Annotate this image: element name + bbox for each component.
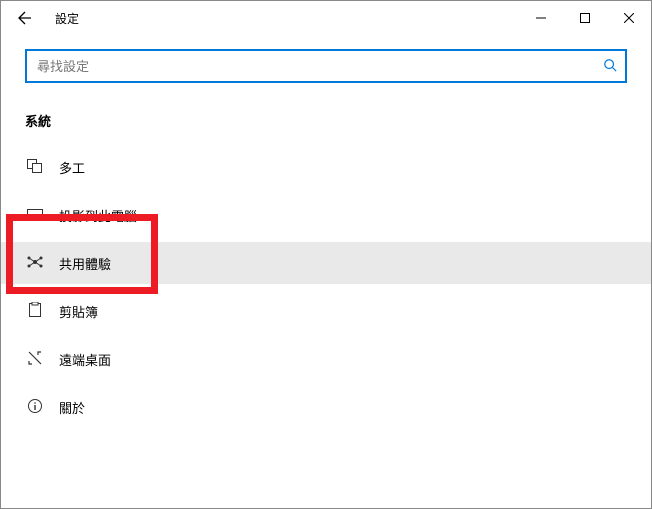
nav-item-clipboard[interactable]: 剪貼簿 (1, 290, 651, 332)
back-button[interactable] (7, 1, 43, 35)
nav-label: 投影到此電腦 (59, 206, 137, 225)
close-button[interactable] (607, 1, 651, 35)
nav-label: 共用體驗 (59, 254, 111, 273)
minimize-icon (536, 13, 546, 23)
project-icon (25, 207, 45, 224)
remote-desktop-icon (25, 350, 45, 369)
close-icon (624, 13, 634, 23)
section-title: 系統 (25, 111, 651, 130)
maximize-icon (580, 13, 590, 23)
shared-experiences-icon (25, 254, 45, 273)
nav-item-multitasking[interactable]: 多工 (1, 146, 651, 188)
titlebar: 設定 (1, 1, 651, 35)
about-icon (25, 398, 45, 417)
nav-item-about[interactable]: 關於 (1, 386, 651, 428)
nav-item-project[interactable]: 投影到此電腦 (1, 194, 651, 236)
search-icon (603, 58, 617, 75)
nav-label: 關於 (59, 398, 85, 417)
back-arrow-icon (17, 10, 33, 26)
search-wrapper (25, 49, 627, 83)
maximize-button[interactable] (563, 1, 607, 35)
minimize-button[interactable] (519, 1, 563, 35)
window-controls (519, 1, 651, 35)
window-title: 設定 (55, 10, 79, 27)
nav-item-remote-desktop[interactable]: 遠端桌面 (1, 338, 651, 380)
nav-item-shared-experiences[interactable]: 共用體驗 (1, 242, 651, 284)
multitasking-icon (25, 159, 45, 176)
search-input[interactable] (35, 58, 603, 75)
nav-label: 遠端桌面 (59, 350, 111, 369)
nav-label: 剪貼簿 (59, 302, 98, 321)
nav-label: 多工 (59, 158, 85, 177)
clipboard-icon (25, 302, 45, 321)
search-box[interactable] (25, 49, 627, 83)
